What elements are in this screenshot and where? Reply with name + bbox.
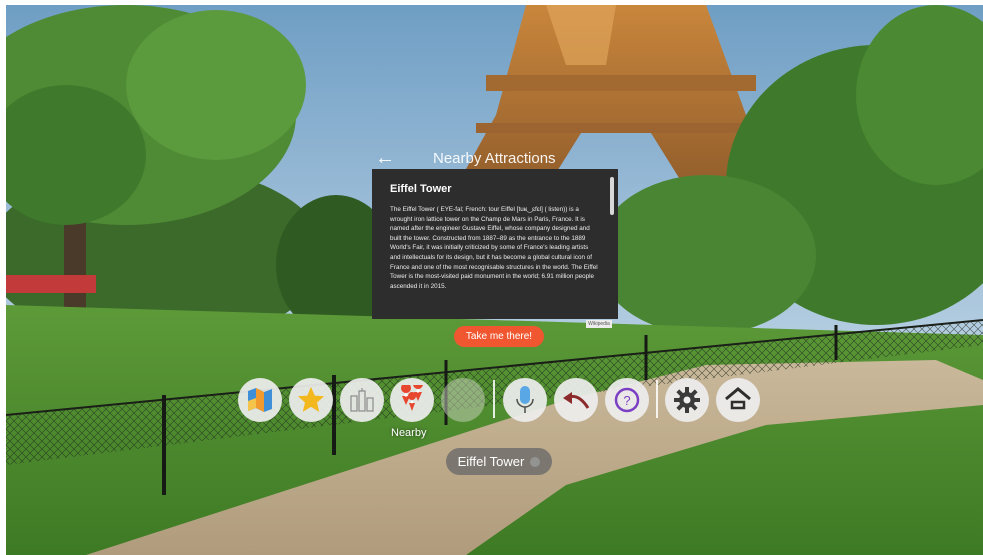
toolbar-divider <box>656 380 658 418</box>
map-icon <box>248 388 272 412</box>
location-dot-icon <box>530 456 541 467</box>
voice-button[interactable] <box>503 378 547 422</box>
nearby-icon <box>401 385 423 411</box>
nearby-header: ← Nearby Attractions <box>375 148 615 170</box>
blank-button[interactable] <box>441 378 485 422</box>
landmarks-button[interactable] <box>340 378 384 422</box>
nearby-label: Nearby <box>391 427 427 439</box>
svg-text:?: ? <box>623 393 630 408</box>
current-location-pill[interactable]: Eiffel Tower <box>446 448 552 475</box>
nearby-button[interactable] <box>390 378 434 422</box>
location-label: Eiffel Tower <box>457 454 525 469</box>
gear-icon <box>674 387 700 413</box>
favorites-button[interactable] <box>289 378 333 422</box>
back-curve-icon <box>563 392 590 409</box>
attraction-title: Eiffel Tower <box>390 183 452 195</box>
landmarks-icon <box>350 388 374 412</box>
home-button[interactable] <box>716 378 760 422</box>
page-title: Nearby Attractions <box>433 150 556 167</box>
attraction-description: The Eiffel Tower ( EYE-fal; French: tour… <box>390 206 598 290</box>
return-button[interactable] <box>554 378 598 422</box>
toolbar-divider <box>493 380 495 418</box>
take-me-there-button[interactable]: Take me there! <box>454 326 544 347</box>
panel-scrollbar[interactable] <box>610 177 614 215</box>
help-button[interactable]: ? <box>605 378 649 422</box>
help-icon: ? <box>614 387 640 413</box>
microphone-icon <box>516 386 534 413</box>
home-icon <box>725 387 751 410</box>
attraction-info-panel[interactable]: Eiffel Tower The Eiffel Tower ( EYE-fal;… <box>372 169 618 319</box>
star-icon <box>297 386 325 412</box>
back-arrow-icon[interactable]: ← <box>375 148 395 168</box>
source-badge[interactable]: Wikipedia <box>586 320 612 328</box>
map-button[interactable] <box>238 378 282 422</box>
settings-button[interactable] <box>665 378 709 422</box>
